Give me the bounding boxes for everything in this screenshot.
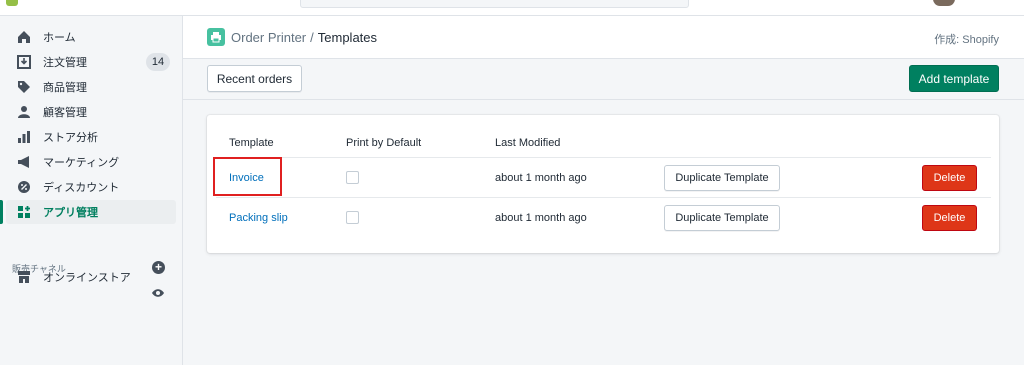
print-by-default-checkbox[interactable] bbox=[346, 211, 359, 224]
add-template-button[interactable]: Add template bbox=[909, 65, 999, 92]
apps-icon bbox=[15, 203, 33, 221]
avatar[interactable] bbox=[933, 0, 955, 6]
printer-icon bbox=[207, 28, 225, 46]
home-icon bbox=[15, 28, 33, 46]
template-link-packing-slip[interactable]: Packing slip bbox=[229, 212, 288, 224]
sidebar-item-label: ディスカウント bbox=[43, 182, 120, 194]
recent-orders-button[interactable]: Recent orders bbox=[207, 65, 302, 92]
sidebar-item-label: ストア分析 bbox=[43, 132, 98, 144]
sidebar-item-analytics[interactable]: ストア分析 bbox=[6, 125, 176, 149]
page-title: Templates bbox=[317, 30, 378, 45]
annotation-highlight-box bbox=[213, 157, 282, 196]
orders-icon bbox=[15, 53, 33, 71]
store-icon bbox=[15, 268, 33, 286]
sidebar-item-products[interactable]: 商品管理 bbox=[6, 75, 176, 99]
sidebar-item-label: 商品管理 bbox=[43, 82, 87, 94]
sidebar-item-customers[interactable]: 顧客管理 bbox=[6, 100, 176, 124]
eye-icon[interactable] bbox=[151, 286, 165, 301]
analytics-icon bbox=[15, 128, 33, 146]
duplicate-template-button[interactable]: Duplicate Template bbox=[664, 205, 780, 231]
sidebar-item-marketing[interactable]: マーケティング bbox=[6, 150, 176, 174]
tag-icon bbox=[15, 78, 33, 96]
page-header: Order Printer / Templates 作成: Shopify bbox=[183, 16, 1024, 59]
sidebar-item-label: 注文管理 bbox=[43, 57, 87, 69]
toolbar: Recent orders Add template bbox=[183, 59, 1024, 100]
table-row: Packing slip about 1 month ago Duplicate… bbox=[216, 197, 991, 238]
column-header-template: Template bbox=[229, 137, 274, 149]
sidebar-item-label: オンラインストア bbox=[43, 272, 131, 284]
column-header-print-by-default: Print by Default bbox=[346, 137, 422, 149]
sidebar: ホーム 注文管理 14 商品管理 顧客管理 ストア分析 マーケティング ディスカ… bbox=[0, 16, 183, 365]
breadcrumb-separator: / bbox=[310, 30, 314, 45]
sidebar-item-apps[interactable]: アプリ管理 bbox=[6, 200, 176, 224]
column-header-last-modified: Last Modified bbox=[495, 137, 561, 149]
person-icon bbox=[15, 103, 33, 121]
top-bar bbox=[0, 0, 1024, 16]
discount-icon bbox=[15, 178, 33, 196]
last-modified-text: about 1 month ago bbox=[495, 212, 587, 224]
sidebar-item-discounts[interactable]: ディスカウント bbox=[6, 175, 176, 199]
orders-count-badge: 14 bbox=[146, 53, 170, 71]
sidebar-item-home[interactable]: ホーム bbox=[6, 25, 176, 49]
table-row: Invoice about 1 month ago Duplicate Temp… bbox=[216, 157, 991, 198]
megaphone-icon bbox=[15, 153, 33, 171]
breadcrumb: Order Printer / Templates bbox=[231, 30, 377, 45]
sidebar-item-label: マーケティング bbox=[43, 157, 120, 169]
shopify-logo-icon[interactable] bbox=[6, 0, 18, 6]
sidebar-item-label: ホーム bbox=[43, 32, 76, 44]
developer-credit: 作成: Shopify bbox=[934, 34, 999, 46]
templates-card: Template Print by Default Last Modified … bbox=[207, 115, 999, 253]
active-indicator bbox=[0, 200, 3, 224]
search-input[interactable] bbox=[300, 0, 689, 8]
delete-button[interactable]: Delete bbox=[922, 165, 977, 191]
duplicate-template-button[interactable]: Duplicate Template bbox=[664, 165, 780, 191]
last-modified-text: about 1 month ago bbox=[495, 172, 587, 184]
sidebar-item-label: アプリ管理 bbox=[43, 207, 98, 219]
sidebar-item-orders[interactable]: 注文管理 14 bbox=[6, 50, 176, 74]
print-by-default-checkbox[interactable] bbox=[346, 171, 359, 184]
delete-button[interactable]: Delete bbox=[922, 205, 977, 231]
sidebar-item-label: 顧客管理 bbox=[43, 107, 87, 119]
breadcrumb-app-link[interactable]: Order Printer bbox=[231, 30, 306, 45]
